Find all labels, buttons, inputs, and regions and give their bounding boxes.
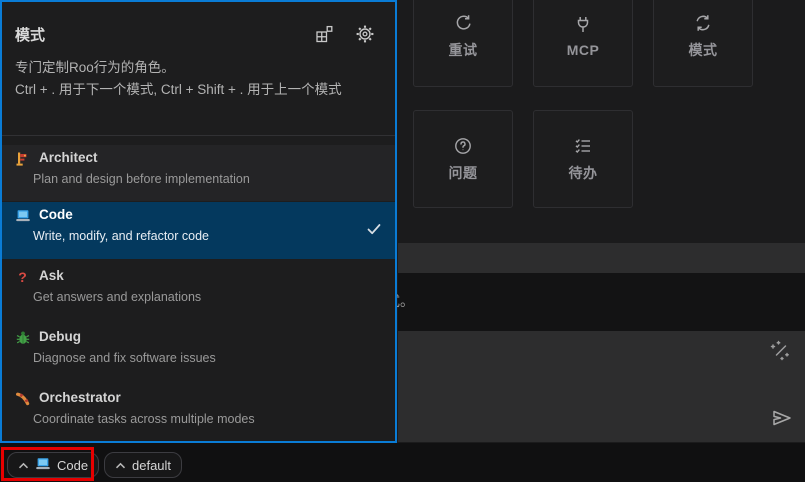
mode-item-debug[interactable]: Debug Diagnose and fix software issues xyxy=(2,324,395,383)
card-mode[interactable]: 模式 xyxy=(653,0,753,87)
send-button[interactable] xyxy=(770,406,794,430)
mode-name: Ask xyxy=(39,268,64,283)
bug-icon xyxy=(15,330,31,346)
checklist-icon xyxy=(573,136,593,156)
mode-picker-popup: 模式 专门定制Roo行为的角色。 Ctrl + . 用于下一个模式, Ctrl … xyxy=(0,0,397,443)
card-mcp[interactable]: MCP xyxy=(533,0,633,87)
popup-title: 模式 xyxy=(15,27,46,44)
card-todo[interactable]: 待办 xyxy=(533,110,633,208)
card-label: 待办 xyxy=(568,164,598,181)
gear-icon xyxy=(355,25,375,47)
mode-name: Code xyxy=(39,207,73,222)
laptop-icon xyxy=(35,456,51,475)
card-label: MCP xyxy=(566,41,600,58)
question-mark-icon: ? xyxy=(15,269,31,285)
laptop-icon xyxy=(15,208,31,224)
profile-selector-label: default xyxy=(132,457,172,473)
profile-selector-button[interactable]: default xyxy=(104,452,183,478)
mode-selector-label: Code xyxy=(57,457,89,473)
mode-description: Get answers and explanations xyxy=(33,290,202,304)
construction-crane-icon xyxy=(15,151,31,167)
mode-description: Diagnose and fix software issues xyxy=(33,351,216,365)
chat-controls-bar: Code default xyxy=(0,443,805,482)
question-circle-icon xyxy=(453,136,473,156)
sync-icon xyxy=(693,13,713,33)
chat-message-area xyxy=(398,273,805,331)
chat-input[interactable] xyxy=(398,331,805,442)
send-icon xyxy=(770,410,794,433)
divider xyxy=(2,135,395,136)
mode-item-orchestrator[interactable]: Orchestrator Coordinate tasks across mul… xyxy=(2,385,395,441)
mode-item-ask[interactable]: ? Ask Get answers and explanations xyxy=(2,263,395,322)
chevron-up-icon xyxy=(18,458,29,473)
checkmark-icon xyxy=(365,220,383,238)
svg-text:?: ? xyxy=(18,269,27,285)
popup-description: 专门定制Roo行为的角色。 Ctrl + . 用于下一个模式, Ctrl + S… xyxy=(15,60,342,97)
marketplace-grid-icon xyxy=(314,25,334,47)
plug-icon xyxy=(573,15,593,35)
marketplace-button[interactable] xyxy=(314,24,334,44)
app-window: 重试 MCP 模式 问题 待办 式。 Code default 模式 专门定制R… xyxy=(0,0,805,482)
mode-name: Debug xyxy=(39,329,81,344)
mode-description: Write, modify, and refactor code xyxy=(33,229,210,243)
card-label: 问题 xyxy=(448,164,478,181)
card-retry[interactable]: 重试 xyxy=(413,0,513,87)
boomerang-icon xyxy=(15,391,31,407)
refresh-icon xyxy=(453,13,473,33)
card-label: 模式 xyxy=(688,41,718,58)
mode-item-architect[interactable]: Architect Plan and design before impleme… xyxy=(2,145,395,201)
mode-selector-button[interactable]: Code xyxy=(7,452,100,478)
mode-name: Architect xyxy=(39,150,98,165)
mode-description: Plan and design before implementation xyxy=(33,172,250,186)
mode-item-code[interactable]: Code Write, modify, and refactor code xyxy=(2,202,395,259)
mode-name: Orchestrator xyxy=(39,390,121,405)
settings-button[interactable] xyxy=(355,24,375,44)
magic-wand-icon xyxy=(768,340,792,366)
enhance-prompt-button[interactable] xyxy=(768,339,792,363)
card-issues[interactable]: 问题 xyxy=(413,110,513,208)
chevron-up-icon xyxy=(115,458,126,473)
collapsed-section-bar[interactable] xyxy=(398,243,805,273)
mode-description: Coordinate tasks across multiple modes xyxy=(33,412,255,426)
card-label: 重试 xyxy=(448,41,478,58)
